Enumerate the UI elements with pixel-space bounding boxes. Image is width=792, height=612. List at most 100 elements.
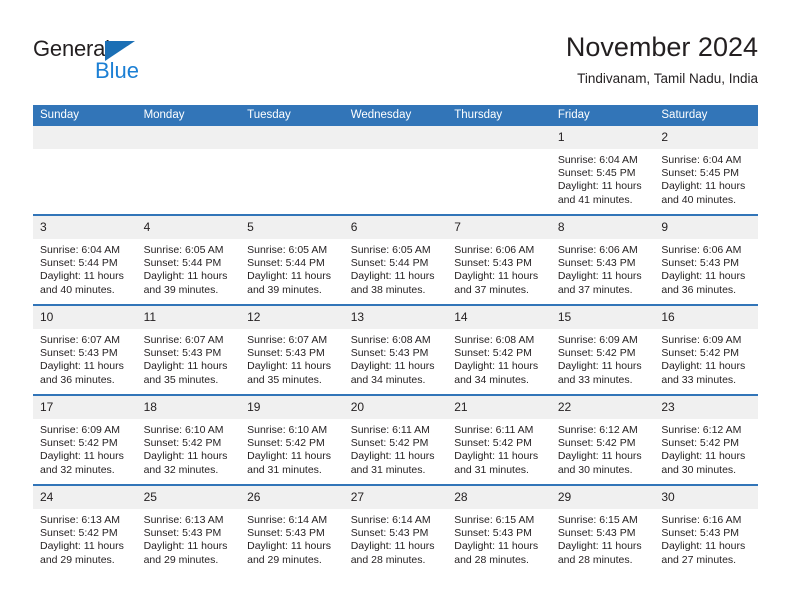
- sunset-time: Sunset: 5:42 PM: [661, 347, 740, 360]
- calendar-day-cell[interactable]: 21 Sunrise: 6:11 AM Sunset: 5:42 PM Dayligh…: [447, 394, 551, 485]
- calendar-week-row: 24 Sunrise: 6:13 AM Sunset: 5:42 PM Dayligh…: [33, 484, 758, 574]
- day-details: Sunrise: 6:07 AM Sunset: 5:43 PM Daylight:…: [137, 329, 241, 387]
- daylight-duration-line-2: and 27 minutes.: [661, 553, 737, 566]
- day-details: Sunrise: 6:12 AM Sunset: 5:42 PM Daylight:…: [654, 419, 758, 477]
- day-details: Sunrise: 6:09 AM Sunset: 5:42 PM Daylight:…: [33, 419, 137, 477]
- daylight-duration-line-1: Daylight: 11 hours: [143, 450, 228, 463]
- calendar-day-cell[interactable]: 15 Sunrise: 6:09 AM Sunset: 5:42 PM Dayligh…: [550, 304, 655, 395]
- sunrise-time: Sunrise: 6:05 AM: [247, 244, 328, 256]
- sunrise-time: Sunrise: 6:11 AM: [350, 424, 430, 436]
- daylight-duration-line-2: and 34 minutes.: [350, 373, 426, 386]
- sunset-time: Sunset: 5:42 PM: [40, 437, 118, 450]
- day-details: Sunrise: 6:14 AM Sunset: 5:43 PM Daylight:…: [240, 509, 344, 567]
- day-details: Sunrise: 6:07 AM Sunset: 5:43 PM Daylight:…: [240, 329, 344, 387]
- sunrise-time: Sunrise: 6:13 AM: [143, 514, 224, 526]
- sunset-time: Sunset: 5:43 PM: [454, 257, 532, 270]
- calendar-day-cell[interactable]: 27 Sunrise: 6:14 AM Sunset: 5:43 PM Dayligh…: [343, 484, 448, 574]
- weekday-header-tuesday: Tuesday: [240, 105, 344, 126]
- calendar-day-cell[interactable]: 12 Sunrise: 6:07 AM Sunset: 5:43 PM Dayligh…: [240, 304, 344, 395]
- calendar-day-cell[interactable]: 26 Sunrise: 6:14 AM Sunset: 5:43 PM Dayligh…: [240, 484, 344, 574]
- daylight-duration-line-1: Daylight: 11 hours: [454, 450, 539, 463]
- page-subtitle: Tindivanam, Tamil Nadu, India: [577, 71, 758, 86]
- day-number: 4: [136, 216, 241, 239]
- calendar-day-cell[interactable]: 20 Sunrise: 6:11 AM Sunset: 5:42 PM Dayligh…: [343, 394, 448, 485]
- day-number: 8: [550, 216, 655, 239]
- day-number: 9: [654, 216, 758, 239]
- daylight-duration-line-1: Daylight: 11 hours: [557, 180, 642, 193]
- day-number: 7: [447, 216, 551, 239]
- daylight-duration-line-1: Daylight: 11 hours: [247, 360, 331, 373]
- calendar-day-cell[interactable]: 1 Sunrise: 6:04 AM Sunset: 5:45 PM Daylight…: [550, 126, 655, 215]
- calendar-day-cell-empty: [136, 126, 241, 215]
- calendar-day-cell[interactable]: 6 Sunrise: 6:05 AM Sunset: 5:44 PM Daylight…: [343, 214, 448, 305]
- calendar-day-cell[interactable]: 17 Sunrise: 6:09 AM Sunset: 5:42 PM Dayligh…: [33, 394, 137, 485]
- daylight-duration-line-1: Daylight: 11 hours: [350, 540, 435, 553]
- calendar-week-row: 3 Sunrise: 6:04 AM Sunset: 5:44 PM Daylight…: [33, 214, 758, 305]
- calendar-day-cell[interactable]: 7 Sunrise: 6:06 AM Sunset: 5:43 PM Daylight…: [447, 214, 551, 305]
- daylight-duration-line-1: Daylight: 11 hours: [661, 450, 746, 463]
- sunset-time: Sunset: 5:43 PM: [661, 257, 740, 270]
- sunrise-time: Sunrise: 6:04 AM: [557, 154, 638, 166]
- calendar-day-cell[interactable]: 18 Sunrise: 6:10 AM Sunset: 5:42 PM Dayligh…: [136, 394, 241, 485]
- day-number: 26: [240, 486, 344, 509]
- daylight-duration-line-1: Daylight: 11 hours: [557, 450, 642, 463]
- day-details: Sunrise: 6:04 AM Sunset: 5:45 PM Daylight:…: [551, 149, 655, 207]
- calendar-day-cell[interactable]: 9 Sunrise: 6:06 AM Sunset: 5:43 PM Daylight…: [654, 214, 758, 305]
- daylight-duration-line-2: and 28 minutes.: [557, 553, 633, 566]
- day-details: Sunrise: 6:04 AM Sunset: 5:44 PM Daylight:…: [33, 239, 137, 297]
- calendar-day-cell[interactable]: 2 Sunrise: 6:04 AM Sunset: 5:45 PM Daylight…: [654, 126, 758, 215]
- sunset-time: Sunset: 5:44 PM: [350, 257, 429, 270]
- calendar-day-cell[interactable]: 16 Sunrise: 6:09 AM Sunset: 5:42 PM Dayligh…: [654, 304, 758, 395]
- page-title: November 2024: [565, 32, 758, 62]
- daylight-duration-line-2: and 29 minutes.: [143, 553, 219, 566]
- day-number: 11: [136, 306, 241, 329]
- day-details: Sunrise: 6:08 AM Sunset: 5:43 PM Daylight:…: [344, 329, 448, 387]
- day-details: Sunrise: 6:06 AM Sunset: 5:43 PM Daylight:…: [654, 239, 758, 297]
- calendar-day-cell[interactable]: 4 Sunrise: 6:05 AM Sunset: 5:44 PM Daylight…: [136, 214, 241, 305]
- sunset-time: Sunset: 5:43 PM: [350, 527, 429, 540]
- day-details: Sunrise: 6:05 AM Sunset: 5:44 PM Daylight:…: [240, 239, 344, 297]
- daylight-duration-line-2: and 29 minutes.: [40, 553, 115, 566]
- day-number: 2: [654, 126, 758, 149]
- calendar-day-cell[interactable]: 24 Sunrise: 6:13 AM Sunset: 5:42 PM Dayligh…: [33, 484, 137, 574]
- calendar-day-cell[interactable]: 22 Sunrise: 6:12 AM Sunset: 5:42 PM Dayligh…: [550, 394, 655, 485]
- calendar-day-cell[interactable]: 29 Sunrise: 6:15 AM Sunset: 5:43 PM Dayligh…: [550, 484, 655, 574]
- calendar-day-cell[interactable]: 28 Sunrise: 6:15 AM Sunset: 5:43 PM Dayligh…: [447, 484, 551, 574]
- calendar-day-cell[interactable]: 8 Sunrise: 6:06 AM Sunset: 5:43 PM Daylight…: [550, 214, 655, 305]
- calendar-day-cell[interactable]: 19 Sunrise: 6:10 AM Sunset: 5:42 PM Dayligh…: [240, 394, 344, 485]
- calendar-day-cell[interactable]: 23 Sunrise: 6:12 AM Sunset: 5:42 PM Dayligh…: [654, 394, 758, 485]
- daylight-duration-line-2: and 40 minutes.: [661, 193, 737, 206]
- sunset-time: Sunset: 5:43 PM: [557, 257, 636, 270]
- day-details: Sunrise: 6:05 AM Sunset: 5:44 PM Daylight:…: [344, 239, 448, 297]
- day-details: Sunrise: 6:16 AM Sunset: 5:43 PM Daylight:…: [654, 509, 758, 567]
- sunset-time: Sunset: 5:43 PM: [143, 527, 222, 540]
- daylight-duration-line-1: Daylight: 11 hours: [454, 540, 539, 553]
- general-blue-logo[interactable]: General Blue: [33, 36, 233, 92]
- calendar-day-cell[interactable]: 3 Sunrise: 6:04 AM Sunset: 5:44 PM Daylight…: [33, 214, 137, 305]
- calendar-day-cell[interactable]: 14 Sunrise: 6:08 AM Sunset: 5:42 PM Dayligh…: [447, 304, 551, 395]
- calendar-week-row: 10 Sunrise: 6:07 AM Sunset: 5:43 PM Dayligh…: [33, 304, 758, 395]
- daylight-duration-line-2: and 35 minutes.: [247, 373, 322, 386]
- sunrise-time: Sunrise: 6:11 AM: [454, 424, 534, 436]
- calendar-day-cell[interactable]: 10 Sunrise: 6:07 AM Sunset: 5:43 PM Dayligh…: [33, 304, 137, 395]
- sunrise-time: Sunrise: 6:15 AM: [557, 514, 638, 526]
- day-details: Sunrise: 6:04 AM Sunset: 5:45 PM Daylight:…: [654, 149, 758, 207]
- sunrise-time: Sunrise: 6:10 AM: [143, 424, 224, 436]
- day-details: Sunrise: 6:10 AM Sunset: 5:42 PM Daylight:…: [240, 419, 344, 477]
- calendar-day-cell[interactable]: 5 Sunrise: 6:05 AM Sunset: 5:44 PM Daylight…: [240, 214, 344, 305]
- day-number: 18: [136, 396, 241, 419]
- calendar-day-cell[interactable]: 30 Sunrise: 6:16 AM Sunset: 5:43 PM Dayligh…: [654, 484, 758, 574]
- calendar-day-cell[interactable]: 11 Sunrise: 6:07 AM Sunset: 5:43 PM Dayligh…: [136, 304, 241, 395]
- day-number: 17: [33, 396, 137, 419]
- sunset-time: Sunset: 5:43 PM: [661, 527, 740, 540]
- day-number: 19: [240, 396, 344, 419]
- daylight-duration-line-2: and 31 minutes.: [454, 463, 529, 476]
- daylight-duration-line-2: and 36 minutes.: [40, 373, 115, 386]
- day-number: 28: [447, 486, 551, 509]
- calendar-day-cell[interactable]: 25 Sunrise: 6:13 AM Sunset: 5:43 PM Dayligh…: [136, 484, 241, 574]
- day-details: Sunrise: 6:05 AM Sunset: 5:44 PM Daylight:…: [137, 239, 241, 297]
- calendar-day-cell[interactable]: 13 Sunrise: 6:08 AM Sunset: 5:43 PM Dayligh…: [343, 304, 448, 395]
- day-number: [33, 126, 137, 149]
- sunrise-time: Sunrise: 6:07 AM: [40, 334, 120, 346]
- sunrise-time: Sunrise: 6:10 AM: [247, 424, 328, 436]
